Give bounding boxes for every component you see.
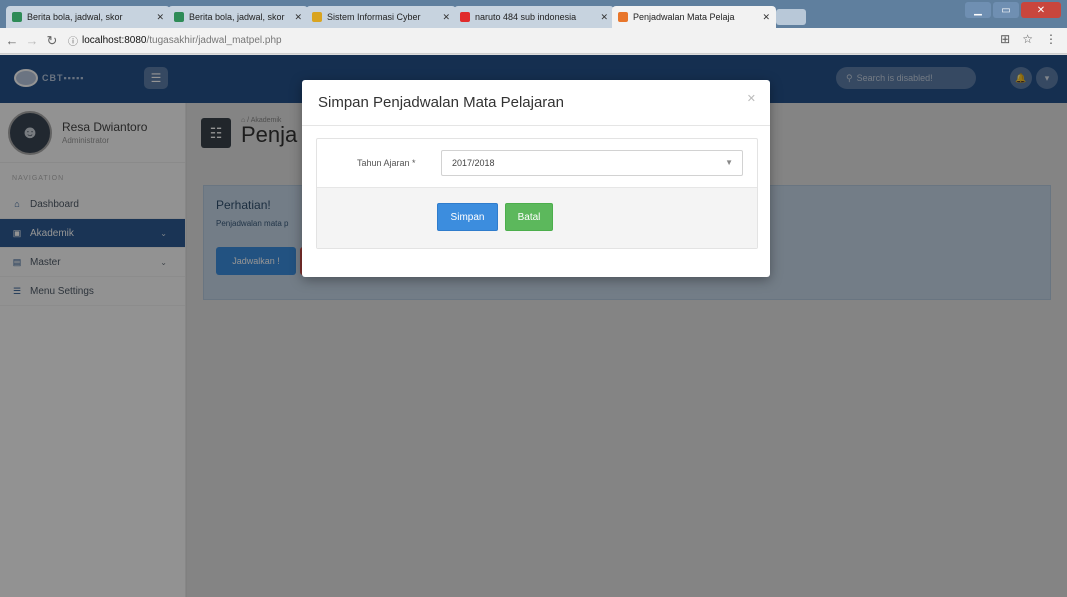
url-path: /tugasakhir/jadwal_matpel.php <box>146 35 282 46</box>
browser-tab[interactable]: Berita bola, jadwal, skor ✕ <box>168 6 308 28</box>
favicon-icon <box>174 12 184 22</box>
translate-icon[interactable]: ⊞ <box>1000 32 1010 46</box>
tab-label: naruto 484 sub indonesia <box>475 12 577 22</box>
save-schedule-modal: Simpan Penjadwalan Mata Pelajaran ✕ Tahu… <box>302 80 770 277</box>
academic-year-value: 2017/2018 <box>452 158 495 168</box>
favicon-icon <box>460 12 470 22</box>
info-icon: ⓘ <box>68 37 78 48</box>
close-icon[interactable]: ✕ <box>600 12 608 23</box>
back-icon[interactable]: ← <box>4 33 20 48</box>
academic-year-label: Tahun Ajaran * <box>357 158 416 168</box>
form-panel: Tahun Ajaran * 2017/2018 ▼ Simpan Batal <box>316 138 758 249</box>
address-bar: ← → ↻ ⓘ localhost:8080/tugasakhir/jadwal… <box>0 28 1067 54</box>
close-icon[interactable]: ✕ <box>294 12 302 23</box>
new-tab-button[interactable] <box>776 9 806 25</box>
close-icon[interactable]: ✕ <box>442 12 450 23</box>
cancel-button[interactable]: Batal <box>505 203 553 231</box>
url-host: localhost:8080 <box>82 35 147 46</box>
tab-label: Penjadwalan Mata Pelaja <box>633 12 735 22</box>
menu-dots-icon[interactable]: ⋮ <box>1045 32 1057 46</box>
form-row: Tahun Ajaran * 2017/2018 ▼ <box>317 139 757 188</box>
browser-tab-active[interactable]: Penjadwalan Mata Pelaja ✕ <box>612 6 776 28</box>
browser-tab[interactable]: Berita bola, jadwal, skor ✕ <box>6 6 170 28</box>
reload-icon[interactable]: ↻ <box>44 33 60 49</box>
browser-tab[interactable]: naruto 484 sub indonesia ✕ <box>454 6 614 28</box>
form-footer: Simpan Batal <box>317 188 757 248</box>
maximize-button[interactable]: ▭ <box>993 2 1019 18</box>
tab-label: Sistem Informasi Cyber <box>327 12 421 22</box>
modal-title: Simpan Penjadwalan Mata Pelajaran <box>318 94 564 111</box>
close-icon[interactable]: ✕ <box>747 92 756 105</box>
favicon-icon <box>618 12 628 22</box>
favicon-icon <box>12 12 22 22</box>
chevron-down-icon: ▼ <box>725 158 733 167</box>
tab-label: Berita bola, jadwal, skor <box>27 12 123 22</box>
bookmark-star-icon[interactable]: ☆ <box>1022 32 1033 46</box>
close-window-button[interactable]: ✕ <box>1021 2 1061 18</box>
close-icon[interactable]: ✕ <box>762 12 770 23</box>
minimize-button[interactable]: ▁ <box>965 2 991 18</box>
tab-label: Berita bola, jadwal, skor <box>189 12 285 22</box>
cancel-button-label: Batal <box>517 211 541 223</box>
modal-header: Simpan Penjadwalan Mata Pelajaran ✕ <box>302 80 770 126</box>
favicon-icon <box>312 12 322 22</box>
forward-icon[interactable]: → <box>24 33 40 48</box>
academic-year-select[interactable]: 2017/2018 ▼ <box>441 150 743 176</box>
browser-tab-bar: Berita bola, jadwal, skor ✕ Berita bola,… <box>0 0 1067 28</box>
browser-tab[interactable]: Sistem Informasi Cyber ✕ <box>306 6 456 28</box>
save-button-label: Simpan <box>450 211 485 223</box>
url-field[interactable]: ⓘ localhost:8080/tugasakhir/jadwal_matpe… <box>68 33 282 48</box>
close-icon[interactable]: ✕ <box>156 12 164 23</box>
save-button[interactable]: Simpan <box>437 203 498 231</box>
